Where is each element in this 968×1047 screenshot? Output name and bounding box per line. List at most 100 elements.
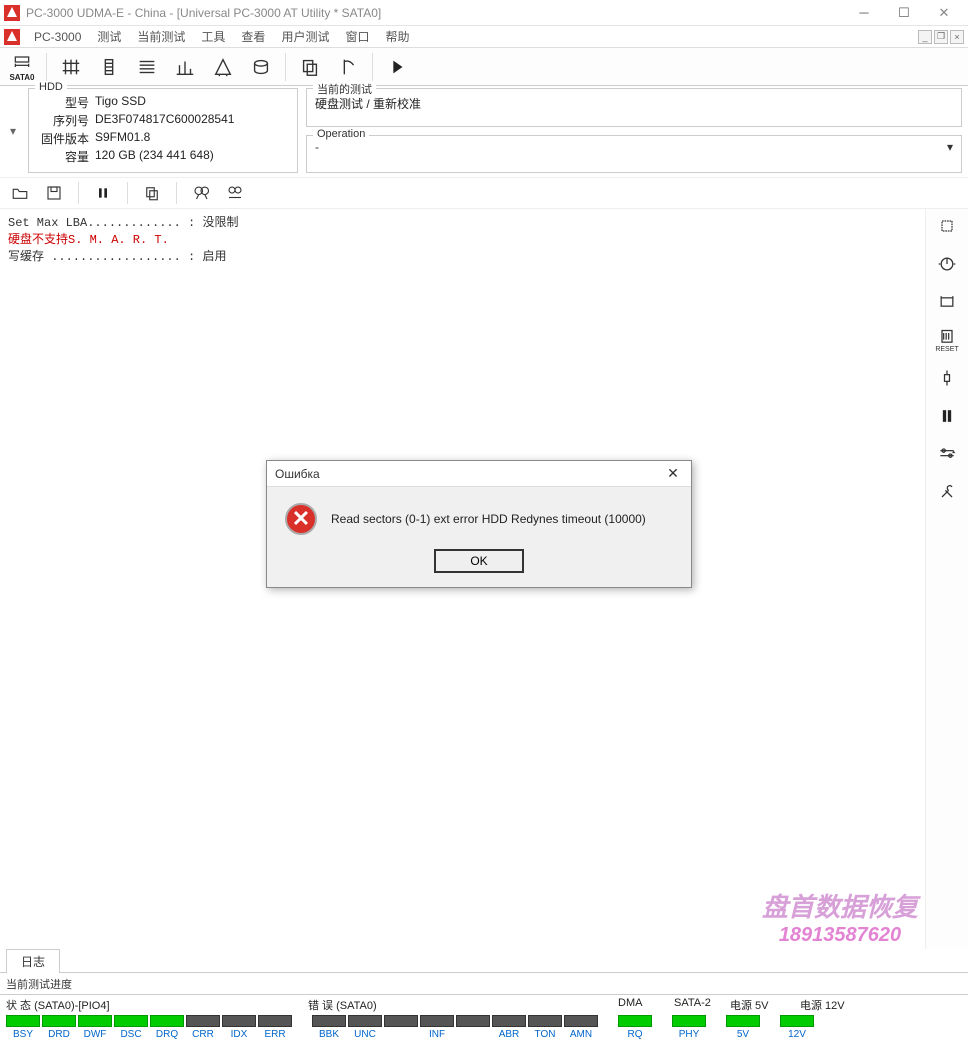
led-IDX <box>222 1015 256 1027</box>
pause-button[interactable] <box>89 180 117 206</box>
status-5v-label: 电源 5V <box>730 997 800 1013</box>
close-button[interactable]: ✕ <box>924 1 964 25</box>
led-label-INF: INF <box>420 1029 454 1040</box>
operation-panel: Operation - ▾ <box>306 135 962 174</box>
led-label-IDX: IDX <box>222 1029 256 1040</box>
menu-test[interactable]: 测试 <box>89 28 129 45</box>
led-label-ERR: ERR <box>258 1029 292 1040</box>
dialog-ok-button[interactable]: OK <box>434 549 524 573</box>
sub-toolbar <box>0 177 968 209</box>
state-leds-group: BSYDRDDWFDSCDRQCRRIDXERR <box>6 1015 292 1040</box>
tool-3-button[interactable] <box>129 51 165 83</box>
error-icon: ✕ <box>285 503 317 535</box>
led-INF <box>420 1015 454 1027</box>
status-bar: 状 态 (SATA0)-[PIO4] 错 误 (SATA0) DMA SATA-… <box>0 995 968 1044</box>
operation-dropdown-icon[interactable]: ▾ <box>947 140 953 154</box>
port-sata0-button[interactable]: SATA0 <box>4 51 40 83</box>
fw-label: 固件版本 <box>37 130 89 147</box>
mdi-minimize[interactable]: _ <box>918 30 932 44</box>
dialog-title: Ошибка <box>275 467 663 481</box>
save-button[interactable] <box>40 180 68 206</box>
menu-current-test[interactable]: 当前测试 <box>129 28 193 45</box>
led-TON <box>528 1015 562 1027</box>
menu-tools[interactable]: 工具 <box>193 28 233 45</box>
find-next-button[interactable] <box>221 180 249 206</box>
main-toolbar: SATA0 <box>0 48 968 86</box>
current-test-line: 硬盘测试 / 重新校准 <box>315 95 953 112</box>
progress-label: 当前测试进度 <box>6 976 72 992</box>
hdd-panel: HDD 型号Tigo SSD 序列号DE3F074817C600028541 固… <box>28 88 298 173</box>
settings-side-icon[interactable] <box>932 441 962 467</box>
dma-leds-group: RQ <box>618 1015 652 1040</box>
led-5V <box>726 1015 760 1027</box>
open-file-button[interactable] <box>6 180 34 206</box>
led-BSY <box>6 1015 40 1027</box>
led-label-blank <box>384 1029 418 1040</box>
status-state-label: 状 态 (SATA0)-[PIO4] <box>6 997 308 1013</box>
tab-log[interactable]: 日志 <box>6 949 60 973</box>
led-DWF <box>78 1015 112 1027</box>
p5v-leds-group: 5V <box>726 1015 760 1040</box>
copy-log-button[interactable] <box>138 180 166 206</box>
status-error-label: 错 误 (SATA0) <box>308 997 618 1013</box>
tool-8-button[interactable] <box>330 51 366 83</box>
hdd-legend: HDD <box>35 81 67 93</box>
menu-help[interactable]: 帮助 <box>377 28 417 45</box>
tools-side-icon[interactable] <box>932 479 962 505</box>
reset-icon[interactable]: RESET <box>932 327 962 353</box>
tool-1-button[interactable] <box>53 51 89 83</box>
led-DSC <box>114 1015 148 1027</box>
find-button[interactable] <box>187 180 215 206</box>
led-RQ <box>618 1015 652 1027</box>
board-icon[interactable] <box>932 289 962 315</box>
resistor-icon[interactable] <box>932 365 962 391</box>
led-DRQ <box>150 1015 184 1027</box>
log-line-2: 硬盘不支持S. M. A. R. T. <box>8 230 917 247</box>
led-blank <box>384 1015 418 1027</box>
power-icon[interactable] <box>932 251 962 277</box>
led-label-BBK: BBK <box>312 1029 346 1040</box>
tool-5-button[interactable] <box>205 51 241 83</box>
led-ERR <box>258 1015 292 1027</box>
child-app-icon <box>4 29 20 45</box>
menu-window[interactable]: 窗口 <box>337 28 377 45</box>
capacity-value: 120 GB (234 441 648) <box>95 148 214 165</box>
status-12v-label: 电源 12V <box>800 997 870 1013</box>
mdi-close[interactable]: × <box>950 30 964 44</box>
tool-4-button[interactable] <box>167 51 203 83</box>
led-label-CRR: CRR <box>186 1029 220 1040</box>
right-sidebar: RESET <box>926 209 968 949</box>
led-label-DSC: DSC <box>114 1029 148 1040</box>
model-value: Tigo SSD <box>95 94 146 111</box>
maximize-button[interactable]: ☐ <box>884 1 924 25</box>
menu-user-test[interactable]: 用户测试 <box>273 28 337 45</box>
tool-6-button[interactable] <box>243 51 279 83</box>
mdi-restore[interactable]: ❐ <box>934 30 948 44</box>
dialog-titlebar[interactable]: Ошибка ✕ <box>267 461 691 487</box>
operation-legend: Operation <box>313 128 369 140</box>
chip-icon[interactable] <box>932 213 962 239</box>
error-dialog: Ошибка ✕ ✕ Read sectors (0-1) ext error … <box>266 460 692 588</box>
led-label-RQ: RQ <box>618 1029 652 1040</box>
tool-2-button[interactable] <box>91 51 127 83</box>
minimize-button[interactable]: ─ <box>844 1 884 25</box>
capacity-label: 容量 <box>37 148 89 165</box>
fw-value: S9FM01.8 <box>95 130 150 147</box>
hdd-expand-toggle[interactable]: ▾ <box>6 88 20 173</box>
p12v-leds-group: 12V <box>780 1015 814 1040</box>
play-button[interactable] <box>379 51 415 83</box>
dialog-close-button[interactable]: ✕ <box>663 465 683 482</box>
sata2-leds-group: PHY <box>672 1015 706 1040</box>
pause-side-icon[interactable] <box>932 403 962 429</box>
serial-label: 序列号 <box>37 112 89 129</box>
log-line-1: Set Max LBA............. : 没限制 <box>8 213 917 230</box>
serial-value: DE3F074817C600028541 <box>95 112 234 129</box>
led-AMN <box>564 1015 598 1027</box>
led-UNC <box>348 1015 382 1027</box>
info-panels: ▾ HDD 型号Tigo SSD 序列号DE3F074817C600028541… <box>0 86 968 177</box>
led-label-ABR: ABR <box>492 1029 526 1040</box>
led-label-12V: 12V <box>780 1029 814 1040</box>
menu-view[interactable]: 查看 <box>233 28 273 45</box>
copy-button[interactable] <box>292 51 328 83</box>
menu-app[interactable]: PC-3000 <box>26 30 89 44</box>
